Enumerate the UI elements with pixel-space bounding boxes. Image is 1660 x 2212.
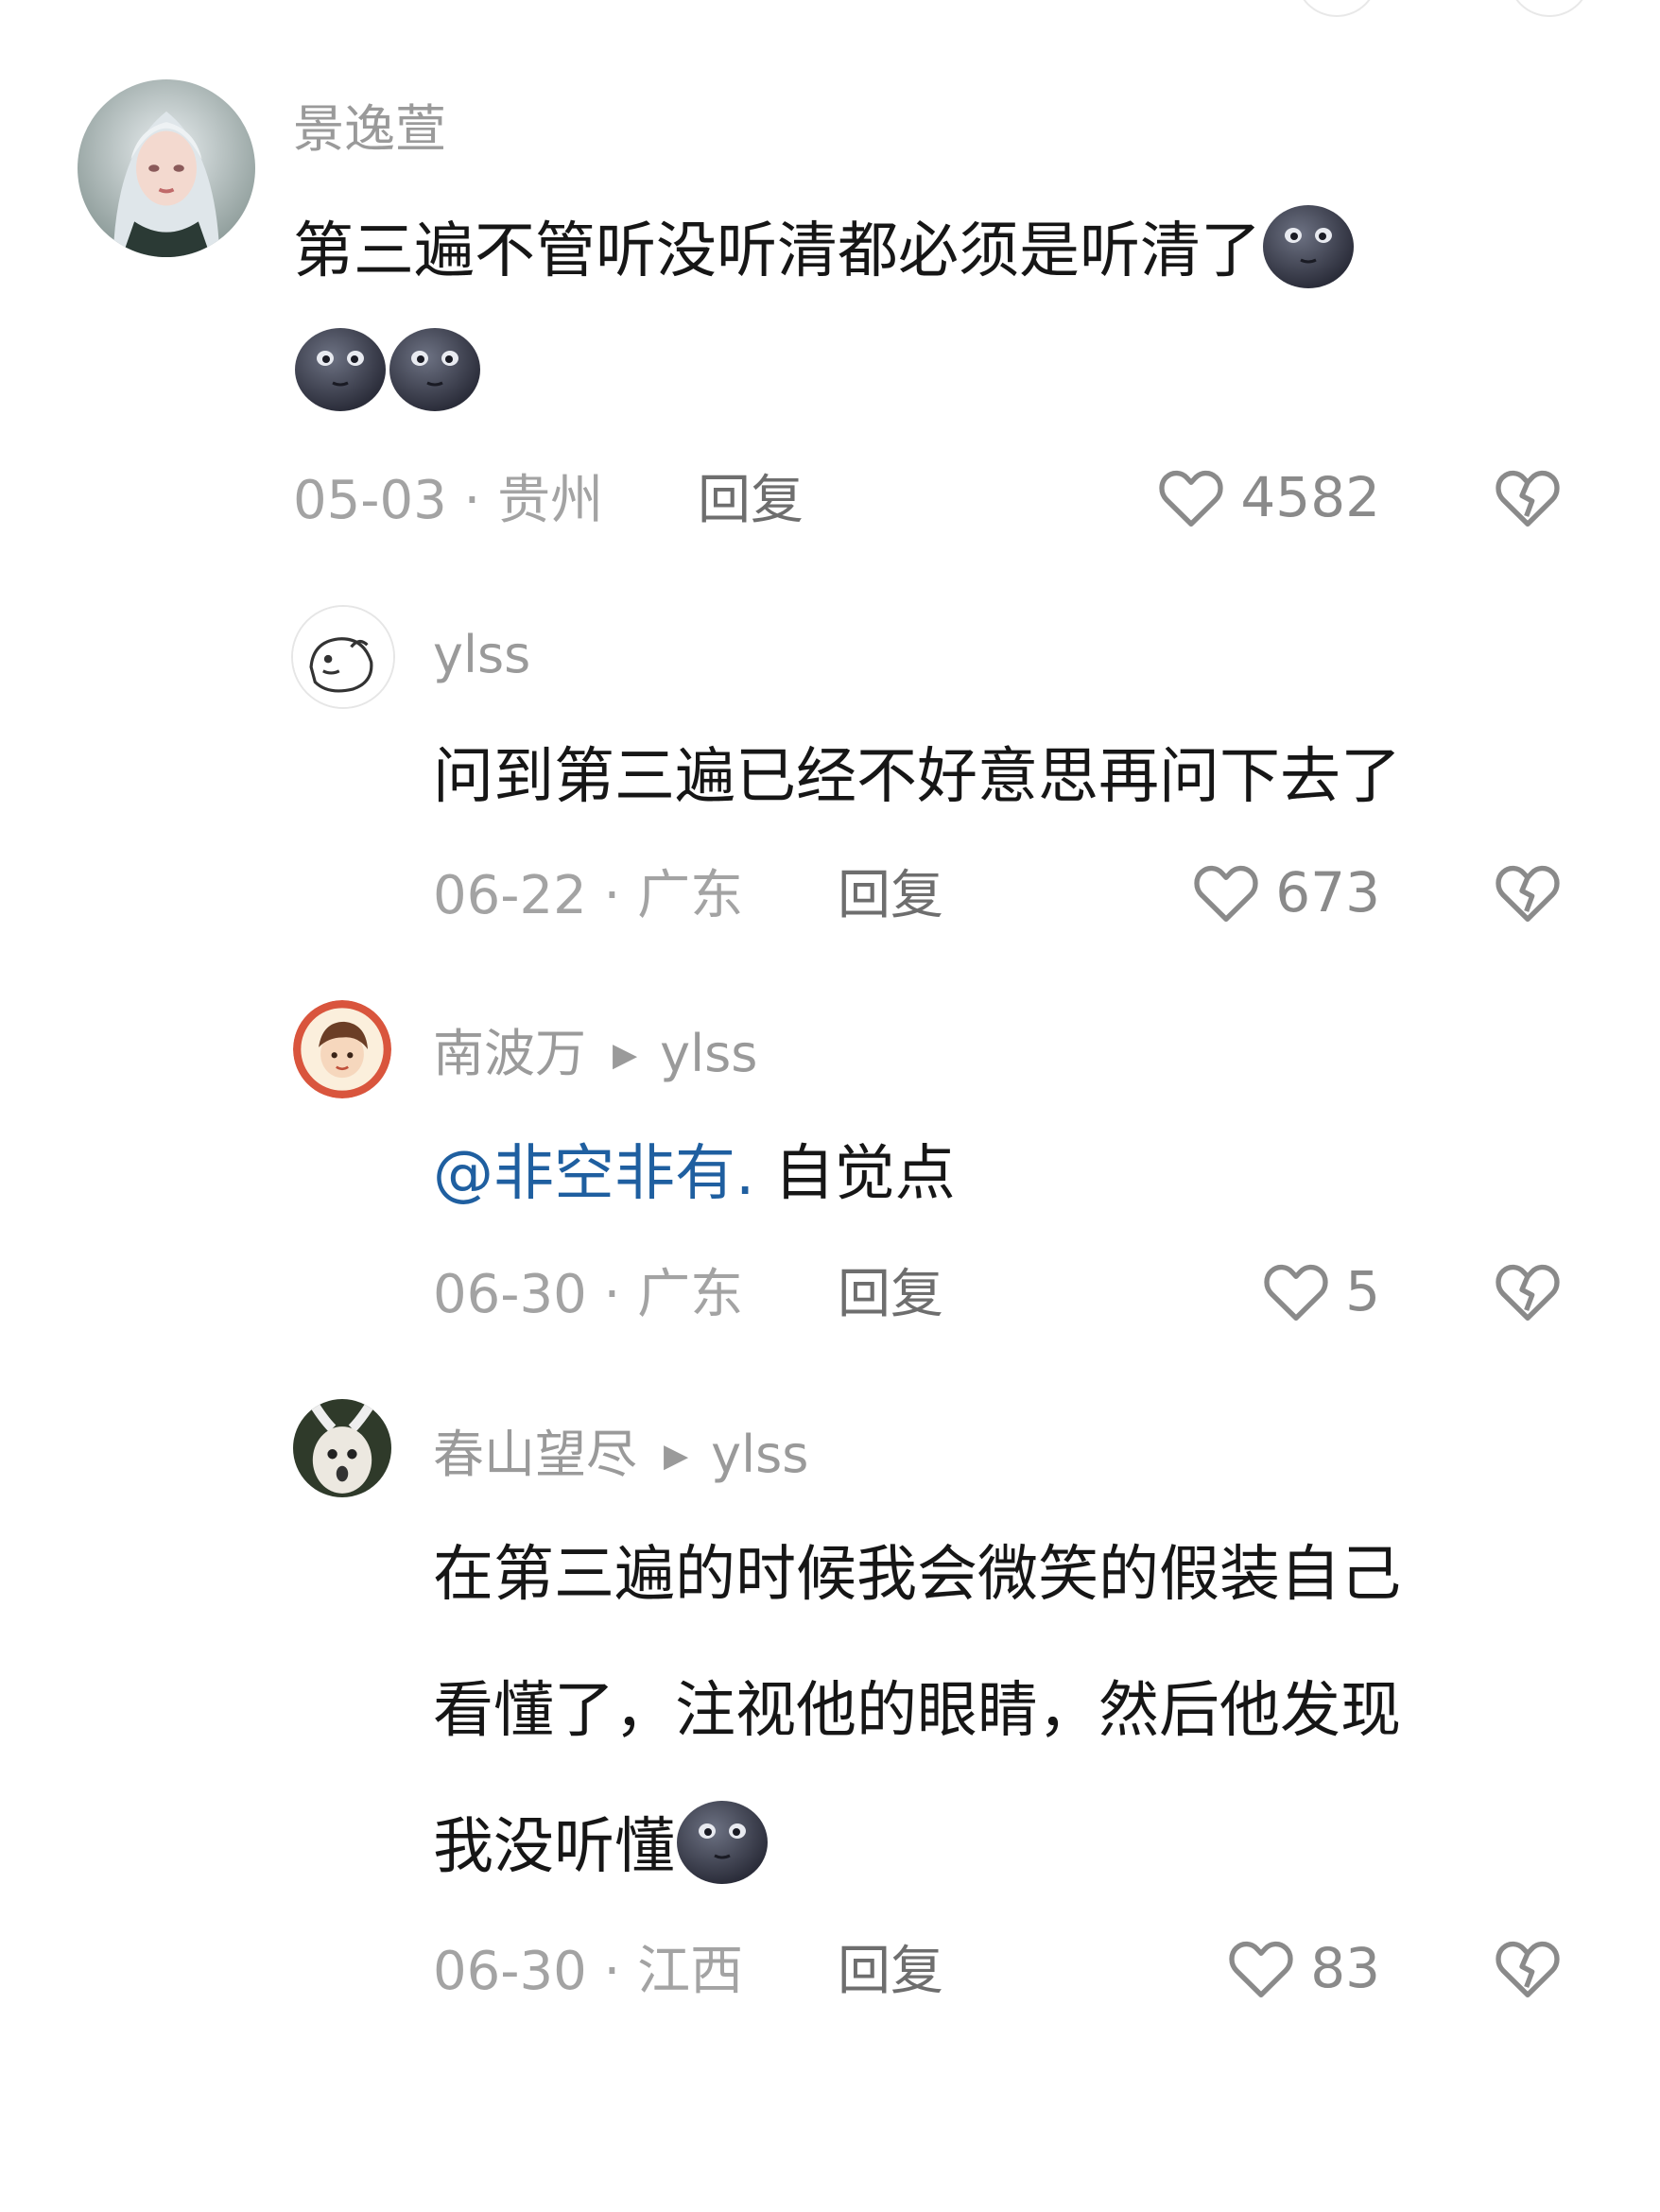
broken-heart-icon (1496, 1264, 1560, 1321)
comment-location: 广东 (637, 865, 744, 926)
heart-outline-icon (1264, 1264, 1328, 1321)
comment-author: 春山望尽 ▶ ylss (433, 1429, 808, 1480)
comment-text-line: 第三遍不管听没听清都必须是听清了 (293, 216, 1261, 286)
comment-text-emojis (293, 308, 482, 441)
dislike-button[interactable] (1490, 855, 1565, 930)
like-button[interactable]: 83 (1115, 1930, 1380, 2006)
moon-face-emoji (388, 320, 482, 415)
broken-heart-icon (1496, 470, 1560, 527)
reply-to-name[interactable]: ylss (660, 1024, 757, 1083)
dislike-button[interactable] (1490, 1930, 1565, 2006)
like-count: 4582 (1240, 465, 1380, 529)
comment-date: 05-03 (293, 470, 447, 531)
author-name[interactable]: 春山望尽 (433, 1425, 637, 1484)
comment-text-body: 自觉点 (773, 1139, 956, 1209)
like-count: 83 (1310, 1936, 1380, 2000)
comment-location: 江西 (637, 1941, 744, 2002)
reply-button[interactable]: 回复 (838, 870, 943, 923)
broken-heart-icon (1496, 1941, 1560, 1997)
comment-text: @非空非有. 自觉点 (433, 1108, 956, 1240)
heart-outline-icon (1194, 865, 1258, 922)
broken-heart-icon (1496, 865, 1560, 922)
triangle-right-icon: ▶ (613, 1036, 638, 1074)
comment-meta: 06-22 · 广东 (433, 865, 744, 926)
comment-text: 第三遍不管听没听清都必须是听清了 (293, 185, 1356, 318)
dislike-button[interactable] (1490, 1253, 1565, 1329)
reply-button[interactable]: 回复 (838, 1945, 943, 1998)
reply-button[interactable]: 回复 (838, 1269, 943, 1322)
mention-link[interactable]: @非空非有. (433, 1139, 754, 1209)
comment-meta: 06-30 · 江西 (433, 1941, 744, 2002)
comment-meta: 05-03 · 贵州 (293, 470, 604, 531)
comment-text-line: 我没听懂 (433, 1812, 675, 1882)
comment-author: 南波万 ▶ ylss (433, 1028, 757, 1080)
avatar[interactable] (293, 1399, 391, 1497)
top-action-button[interactable] (1508, 0, 1591, 17)
top-action-button[interactable] (1295, 0, 1378, 17)
comment-date: 06-30 (433, 1264, 587, 1325)
comment-author[interactable]: 景逸萱 (293, 104, 446, 155)
triangle-right-icon: ▶ (664, 1437, 689, 1475)
like-count: 673 (1275, 860, 1380, 925)
avatar[interactable] (293, 1000, 391, 1098)
comment-author[interactable]: ylss (433, 630, 530, 681)
moon-face-emoji (675, 1793, 769, 1888)
reply-button[interactable]: 回复 (698, 475, 804, 527)
comment-location: 贵州 (497, 470, 604, 531)
comment-text: 问到第三遍已经不好意思再问下去了 (433, 742, 1401, 812)
like-button[interactable]: 5 (1115, 1253, 1380, 1329)
author-name[interactable]: 南波万 (433, 1024, 586, 1083)
reply-to-name[interactable]: ylss (711, 1425, 808, 1484)
dislike-button[interactable] (1490, 459, 1565, 535)
comment-date: 06-22 (433, 865, 587, 926)
like-count: 5 (1345, 1259, 1380, 1323)
comment-location: 广东 (637, 1264, 744, 1325)
comment-date: 06-30 (433, 1941, 587, 2002)
heart-outline-icon (1229, 1941, 1293, 1997)
comment-text: 我没听懂 (433, 1781, 769, 1913)
moon-face-emoji (293, 320, 388, 415)
comment-meta: 06-30 · 广东 (433, 1264, 744, 1325)
like-button[interactable]: 4582 (1115, 459, 1380, 535)
comment-thread: 景逸萱 第三遍不管听没听清都必须是听清了 05-03 · 贵州 回复 4582 … (0, 0, 1660, 2212)
avatar[interactable] (78, 79, 255, 257)
comment-text-line: 看懂了，注视他的眼睛，然后他发现 (433, 1676, 1401, 1746)
moon-face-emoji (1261, 198, 1356, 292)
avatar[interactable] (291, 605, 395, 709)
like-button[interactable]: 673 (1115, 855, 1380, 930)
heart-outline-icon (1159, 470, 1224, 527)
comment-text-line: 在第三遍的时候我会微笑的假装自己 (433, 1540, 1401, 1610)
